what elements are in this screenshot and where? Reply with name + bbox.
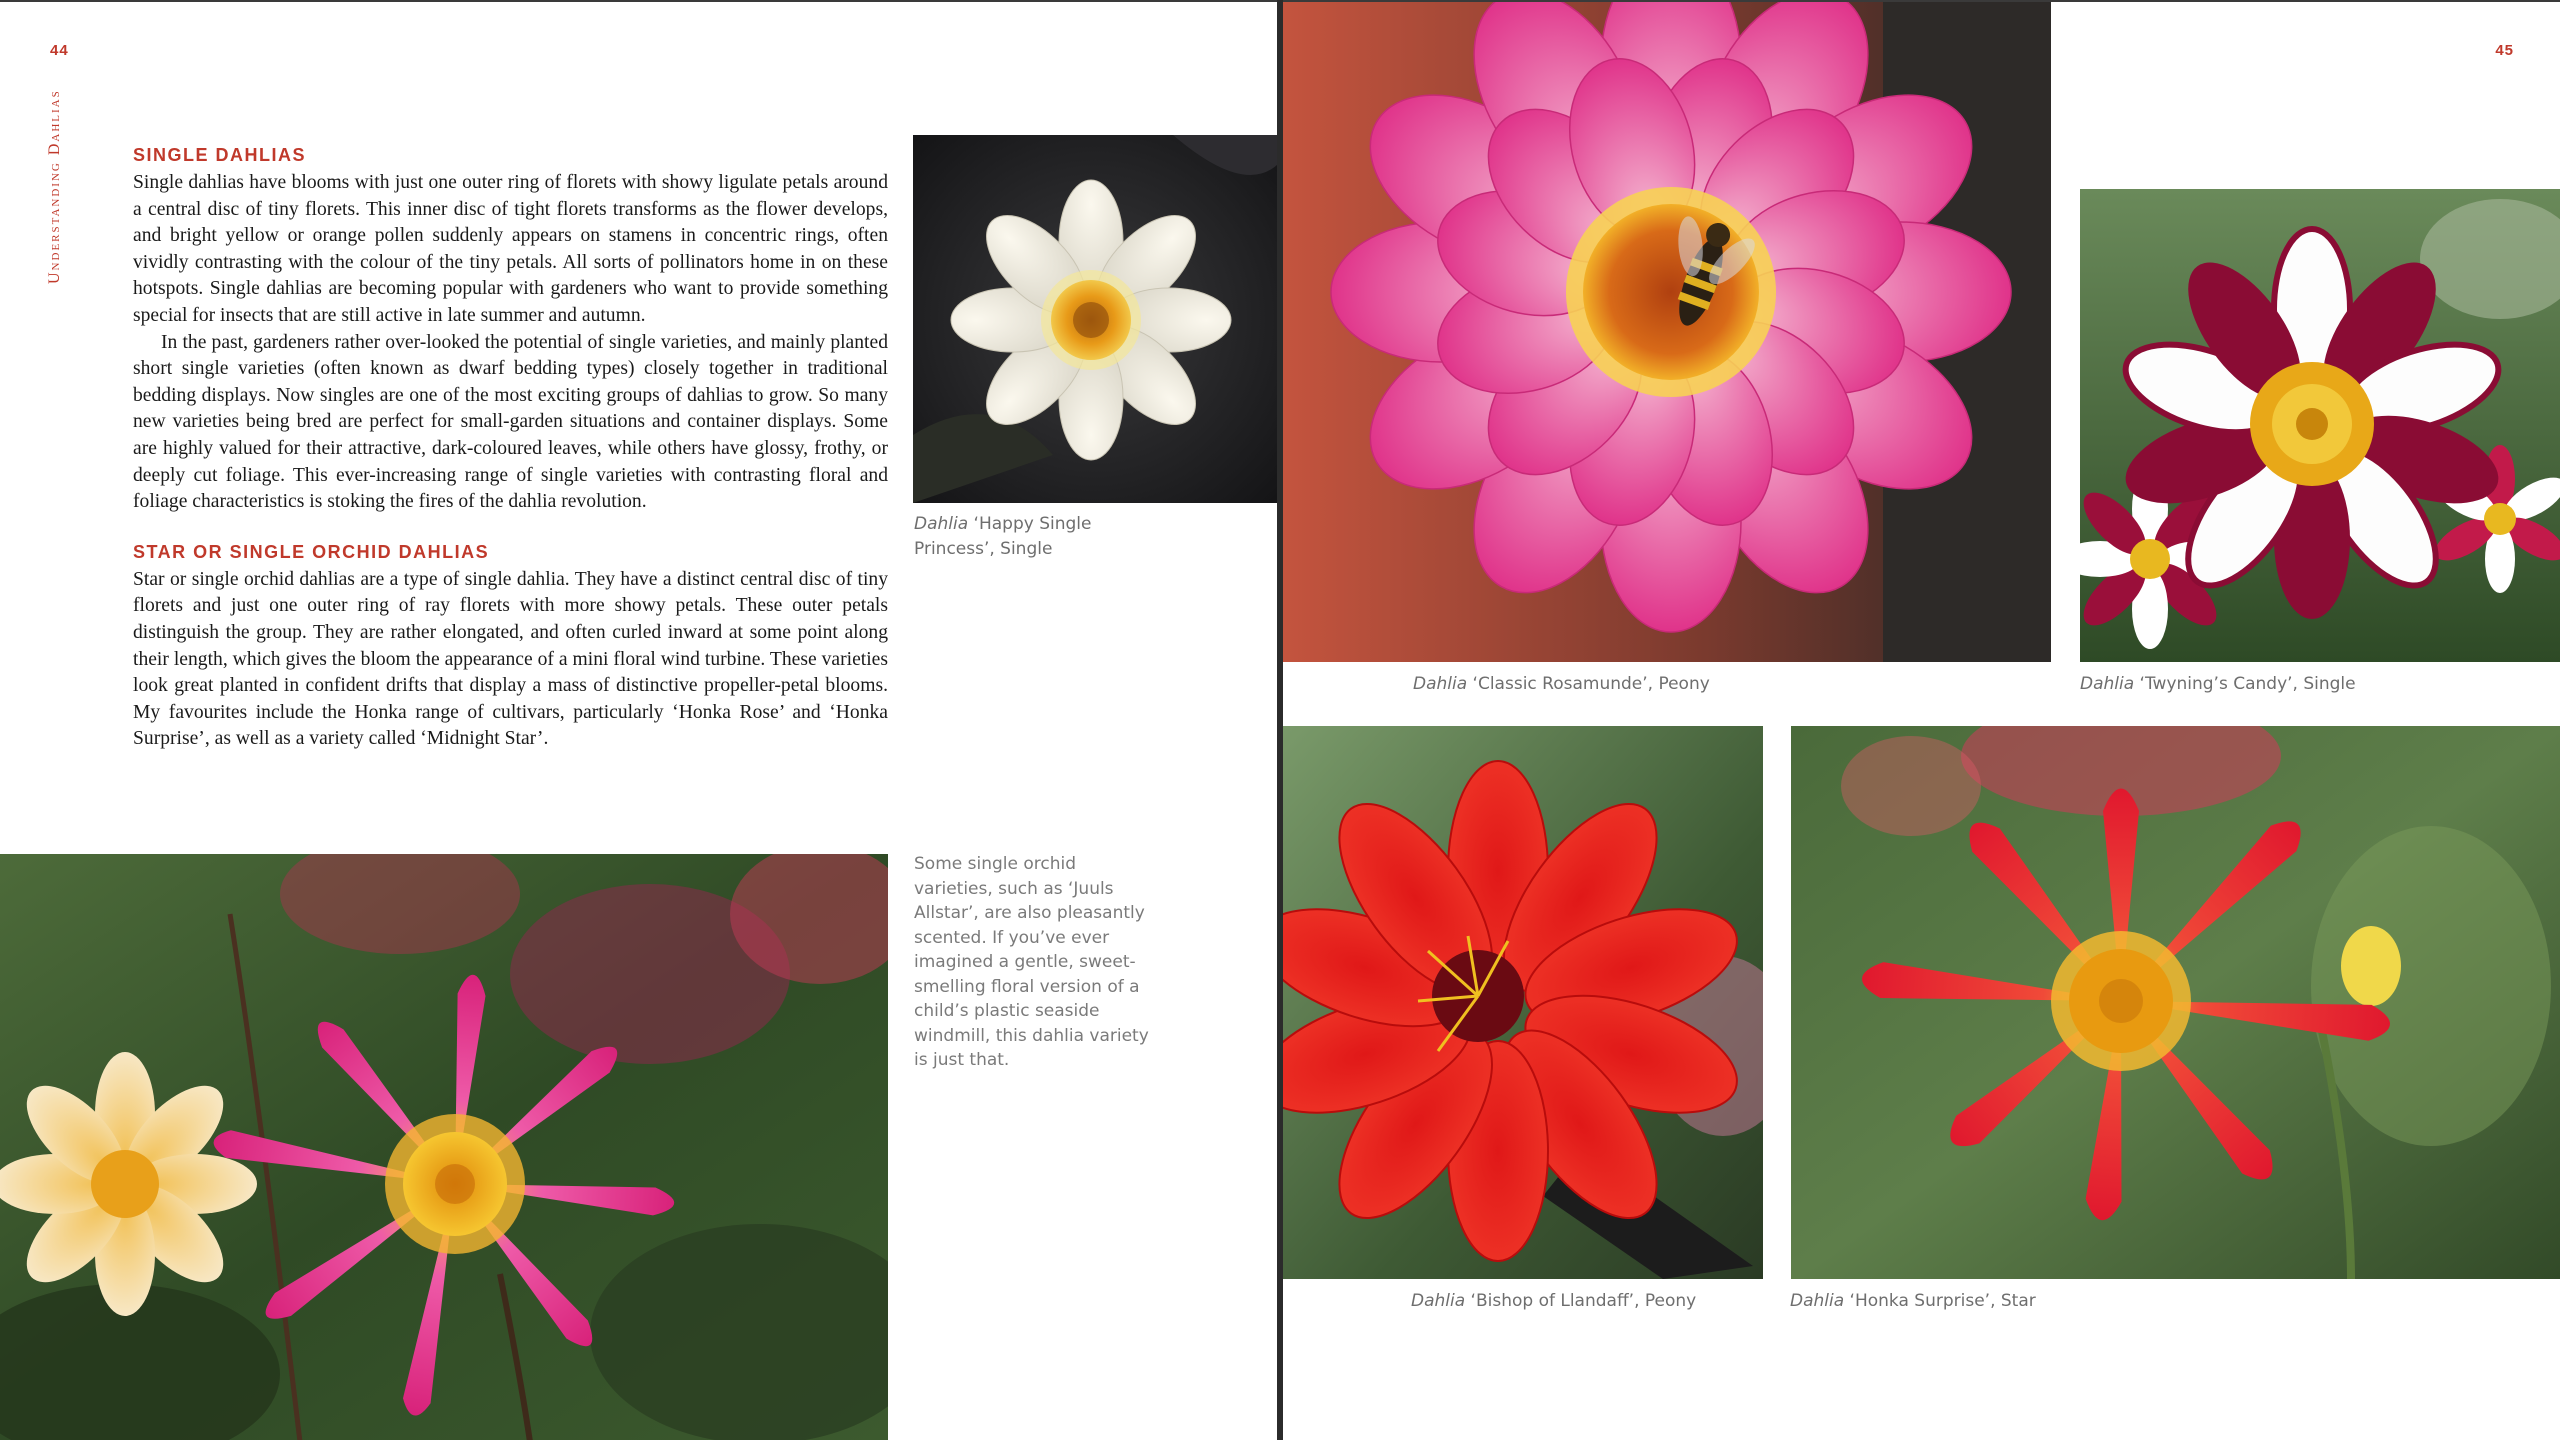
- pink-star-dahlia-photo: [0, 854, 888, 1440]
- pink-peony-dahlia-with-bee-photo: [1283, 2, 2051, 662]
- white-dahlia-photo: [913, 135, 1277, 503]
- caption-cultivar: ‘Bishop of Llandaff’, Peony: [1465, 1291, 1697, 1311]
- red-star-dahlia-photo: [1791, 726, 2560, 1279]
- page-number-right: 45: [2495, 42, 2514, 59]
- photo-caption: Dahlia ‘Bishop of Llandaff’, Peony: [1411, 1289, 1831, 1314]
- body-paragraph: Star or single orchid dahlias are a type…: [133, 568, 888, 750]
- section-heading-single-dahlias: Single Dahlias: [133, 145, 307, 165]
- left-page: 44 Understanding Dahlias Single Dahlias …: [0, 0, 1277, 1440]
- sidenote: Some single orchid varieties, such as ‘J…: [914, 854, 1149, 1070]
- striped-single-dahlia-photo: [2080, 189, 2560, 662]
- caption-cultivar: ‘Classic Rosamunde’, Peony: [1467, 674, 1710, 694]
- caption-genus: Dahlia: [1790, 1291, 1845, 1311]
- body-paragraph: In the past, gardeners rather over-looke…: [133, 331, 888, 513]
- main-text-column: Single Dahlias Single dahlias have bloom…: [133, 145, 888, 753]
- caption-cultivar: ‘Twyning’s Candy’, Single: [2134, 674, 2356, 694]
- red-peony-dahlia-photo: [1283, 726, 1763, 1279]
- caption-genus: Dahlia: [1413, 674, 1468, 694]
- body-paragraph: Single dahlias have blooms with just one…: [133, 172, 888, 326]
- caption-genus: Dahlia: [914, 514, 969, 534]
- page-number-left: 44: [50, 42, 69, 59]
- book-spread: 44 Understanding Dahlias Single Dahlias …: [0, 0, 2560, 1440]
- right-page: 45 Dahlia ‘Classic Rosamunde’, Peony Dah…: [1283, 0, 2560, 1440]
- photo-caption: Dahlia ‘Honka Surprise’, Star: [1790, 1289, 2290, 1314]
- photo-caption: Dahlia ‘Classic Rosamunde’, Peony: [1413, 672, 1973, 697]
- caption-genus: Dahlia: [1411, 1291, 1466, 1311]
- caption-genus: Dahlia: [2080, 674, 2135, 694]
- section-heading-star-dahlias: Star or Single Orchid Dahlias: [133, 541, 490, 562]
- running-head: Understanding Dahlias: [46, 89, 63, 284]
- caption-cultivar: ‘Honka Surprise’, Star: [1844, 1291, 2036, 1311]
- photo-caption: Dahlia ‘Happy Single Princess’, Single: [914, 512, 1144, 562]
- photo-caption: Dahlia ‘Twyning’s Candy’, Single: [2080, 672, 2550, 697]
